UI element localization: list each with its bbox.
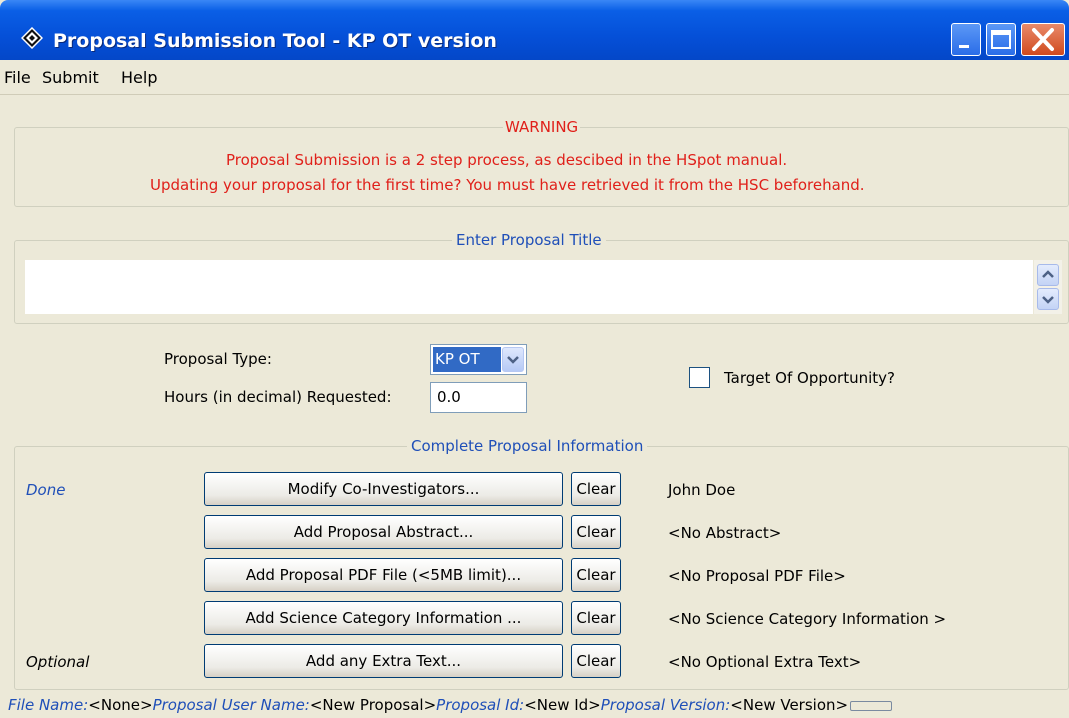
add-extra-text-button[interactable]: Add any Extra Text... xyxy=(204,644,563,678)
row-status: Optional xyxy=(26,653,90,671)
chevron-up-icon xyxy=(1042,270,1054,278)
menu-file[interactable]: File xyxy=(4,68,31,87)
clear-abstract-button[interactable]: Clear xyxy=(571,515,621,549)
menu-help[interactable]: Help xyxy=(121,68,157,87)
proposal-info-legend: Complete Proposal Information xyxy=(407,437,648,455)
scroll-up-button[interactable] xyxy=(1037,264,1059,286)
proposal-type-value: KP OT xyxy=(433,347,501,372)
chevron-down-icon xyxy=(1042,296,1054,304)
target-of-opportunity-checkbox[interactable] xyxy=(689,367,710,388)
add-pdf-file-button[interactable]: Add Proposal PDF File (<5MB limit)... xyxy=(204,558,563,592)
warning-line-2: Updating your proposal for the first tim… xyxy=(150,176,865,194)
title-bar: Proposal Submission Tool - KP OT version xyxy=(0,0,1069,60)
proposal-title-legend: Enter Proposal Title xyxy=(452,231,606,249)
proposal-type-label: Proposal Type: xyxy=(164,350,272,368)
add-abstract-button[interactable]: Add Proposal Abstract... xyxy=(204,515,563,549)
clear-extra-text-button[interactable]: Clear xyxy=(571,644,621,678)
diamond-app-icon xyxy=(21,27,43,49)
proposal-version-label: Proposal Version: xyxy=(600,696,731,714)
add-science-category-button[interactable]: Add Science Category Information ... xyxy=(204,601,563,635)
science-category-value: <No Science Category Information > xyxy=(668,610,947,628)
proposal-type-select[interactable]: KP OT xyxy=(430,344,527,375)
dropdown-button[interactable] xyxy=(502,347,524,372)
warning-heading: WARNING xyxy=(503,118,581,136)
user-name-value: <New Proposal> xyxy=(309,696,437,714)
warning-line-1: Proposal Submission is a 2 step process,… xyxy=(226,151,788,169)
close-button[interactable] xyxy=(1021,23,1065,56)
window-title: Proposal Submission Tool - KP OT version xyxy=(53,30,497,52)
minimize-icon xyxy=(959,45,969,48)
pdf-file-value: <No Proposal PDF File> xyxy=(668,567,846,585)
proposal-id-value: <New Id> xyxy=(524,696,601,714)
title-scrollbar[interactable] xyxy=(1034,260,1062,314)
menu-separator xyxy=(0,94,1069,95)
maximize-button[interactable] xyxy=(986,23,1016,56)
abstract-value: <No Abstract> xyxy=(668,524,782,542)
file-name-label: File Name: xyxy=(8,696,89,714)
co-investigators-value: John Doe xyxy=(668,481,736,499)
proposal-title-input[interactable] xyxy=(25,260,1033,314)
close-icon xyxy=(1032,28,1054,51)
chevron-down-icon xyxy=(507,356,519,364)
maximize-icon xyxy=(991,30,1011,49)
clear-science-category-button[interactable]: Clear xyxy=(571,601,621,635)
proposal-id-label: Proposal Id: xyxy=(436,696,525,714)
status-bar: File Name:<None>Proposal User Name:<New … xyxy=(0,694,1069,718)
proposal-version-value: <New Version> xyxy=(730,696,849,714)
extra-text-value: <No Optional Extra Text> xyxy=(668,653,862,671)
hours-label: Hours (in decimal) Requested: xyxy=(164,388,392,406)
modify-co-investigators-button[interactable]: Modify Co-Investigators... xyxy=(204,472,563,506)
menu-bar: File Submit Help xyxy=(0,60,1069,94)
user-name-label: Proposal User Name: xyxy=(152,696,310,714)
row-status: Done xyxy=(26,481,66,499)
hours-input[interactable]: 0.0 xyxy=(430,382,527,413)
menu-submit[interactable]: Submit xyxy=(42,68,99,87)
file-name-value: <None> xyxy=(88,696,153,714)
status-progress-box xyxy=(850,700,893,711)
clear-pdf-file-button[interactable]: Clear xyxy=(571,558,621,592)
scroll-down-button[interactable] xyxy=(1037,288,1059,310)
target-of-opportunity-label: Target Of Opportunity? xyxy=(724,369,896,387)
minimize-button[interactable] xyxy=(951,23,981,56)
clear-co-investigators-button[interactable]: Clear xyxy=(571,472,621,506)
